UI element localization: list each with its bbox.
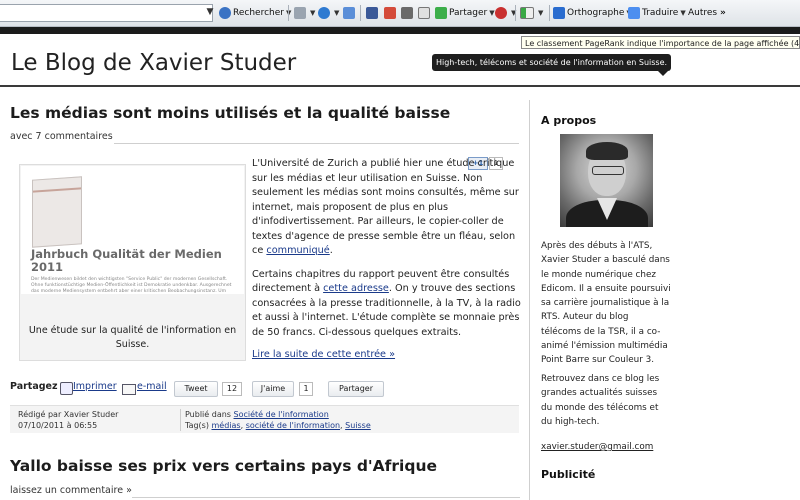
source-link[interactable]: cette adresse <box>323 283 389 294</box>
toolbar-separator <box>288 5 289 21</box>
figure-caption: Une étude sur la qualité de l'informatio… <box>28 325 237 350</box>
chevron-down-icon: ▼ <box>334 9 340 17</box>
email-link[interactable]: xavier.studer@gmail.com <box>541 440 671 454</box>
divider <box>114 143 519 144</box>
translate-button[interactable]: Traduire ▼ <box>628 4 686 22</box>
blog-title[interactable]: Le Blog de Xavier Studer <box>11 50 296 76</box>
chevron-down-icon: ▼ <box>680 9 686 17</box>
print-icon[interactable] <box>60 382 73 395</box>
myspace-button[interactable] <box>401 4 415 22</box>
toolbar-separator <box>515 5 516 21</box>
pagerank-tooltip: Le classement PageRank indique l'importa… <box>521 36 800 49</box>
facebook-icon <box>366 6 378 19</box>
dropdown-arrow-icon[interactable]: ▼ <box>205 5 215 19</box>
toolbar-separator <box>360 5 361 21</box>
meta-divider <box>180 409 181 431</box>
about-news: Retrouvez dans ce blog les grandes actua… <box>541 374 660 427</box>
pagerank-indicator[interactable]: ▼ <box>520 4 543 22</box>
translate-icon <box>628 6 640 19</box>
print-link[interactable]: Imprimer <box>73 381 117 392</box>
about-bio: Après des débuts à l'ATS, Xavier Studer … <box>541 241 671 366</box>
bookmark-star-icon <box>318 6 330 19</box>
search-dropdown[interactable] <box>0 4 213 22</box>
category-link[interactable]: Société de l'information <box>234 410 329 419</box>
book-image <box>32 176 82 248</box>
like-count: 1 <box>299 382 313 396</box>
tweet-button[interactable]: Tweet <box>174 381 218 397</box>
more-button[interactable]: Autres » <box>688 4 726 22</box>
spellcheck-icon <box>553 6 565 19</box>
share-button[interactable]: Partager ▼ <box>435 4 495 22</box>
share-label: Partagez <box>10 381 58 392</box>
post-title[interactable]: Yallo baisse ses prix vers certains pays… <box>10 457 437 475</box>
chevron-down-icon: ▼ <box>489 9 495 17</box>
tag-link[interactable]: société de l'information <box>246 421 340 430</box>
puzzle-icon <box>343 6 355 19</box>
paragraph: Certains chapitres du rapport peuvent êt… <box>252 268 521 338</box>
popup-blocker-button[interactable]: ▼ <box>495 4 516 22</box>
communique-link[interactable]: communiqué <box>266 245 329 256</box>
partager-button[interactable]: Partager <box>328 381 384 397</box>
ads-heading: Publicité <box>541 468 596 481</box>
tag-link[interactable]: Suisse <box>345 421 371 430</box>
facebook-button[interactable] <box>366 4 380 22</box>
figure-heading: Jahrbuch Qualität der Medien 2011 <box>31 247 222 274</box>
myspace-icon <box>401 6 413 19</box>
bookmarks-button[interactable]: ▼ <box>318 4 339 22</box>
page-icon <box>294 6 306 19</box>
gmail-icon <box>384 6 396 19</box>
chevron-down-icon: ▼ <box>538 9 544 17</box>
comments-link[interactable]: laissez un commentaire » <box>10 485 132 496</box>
share-tools-button[interactable] <box>343 4 357 22</box>
about-heading: A propos <box>541 114 597 127</box>
browser-toolbar: ▼ Rechercher▼ ▼ ▼ Partager▼ ▼ ▼ Orthogra… <box>0 0 800 27</box>
read-more-link[interactable]: Lire la suite de cette entrée » <box>252 349 395 360</box>
page-tools-button[interactable]: ▼ <box>294 4 315 22</box>
search-icon <box>219 6 231 19</box>
email-link[interactable]: e-mail <box>137 381 167 392</box>
meta-category: Publié dans Société de l'information Tag… <box>185 410 371 430</box>
post-figure: Jahrbuch Qualität der Medien 2011 Der Me… <box>19 164 246 361</box>
divider <box>132 497 520 498</box>
tagline-tooltip: High-tech, télécoms et société de l'info… <box>432 54 671 76</box>
site-header-band <box>0 27 800 34</box>
header-divider <box>0 85 800 87</box>
toolbar-separator <box>549 5 550 21</box>
chevron-down-icon: ▼ <box>310 9 316 17</box>
like-button[interactable]: J'aime <box>252 381 294 397</box>
column-divider <box>529 100 530 500</box>
figure-small-text: Der Medienwesen bildet den wichtigsten "… <box>31 277 232 294</box>
search-button[interactable]: Rechercher▼ <box>219 4 291 22</box>
gmail-button[interactable] <box>384 4 398 22</box>
report-cover-image[interactable]: Jahrbuch Qualität der Medien 2011 Der Me… <box>21 166 244 294</box>
meta-author: Rédigé par Xavier Studer 07/10/2011 à 06… <box>18 410 119 430</box>
envelope-icon <box>418 6 430 19</box>
envelope-icon[interactable] <box>122 384 136 395</box>
post-meta: Rédigé par Xavier Studer 07/10/2011 à 06… <box>10 405 519 433</box>
tweet-count: 12 <box>222 382 242 396</box>
paragraph: L'Université de Zurich a publié hier une… <box>252 158 519 256</box>
share-icon <box>435 6 447 19</box>
post-body: L'Université de Zurich a publié hier une… <box>252 157 522 349</box>
pagerank-bar-icon <box>520 6 534 19</box>
mail-button[interactable] <box>418 4 432 22</box>
post-title[interactable]: Les médias sont moins utilisés et la qua… <box>10 104 450 122</box>
spelling-button[interactable]: Orthographe▼ <box>553 4 632 22</box>
tag-link[interactable]: médias <box>212 421 241 430</box>
avatar <box>560 134 653 227</box>
comments-link[interactable]: avec 7 commentaires <box>10 131 113 142</box>
block-icon <box>495 6 507 19</box>
